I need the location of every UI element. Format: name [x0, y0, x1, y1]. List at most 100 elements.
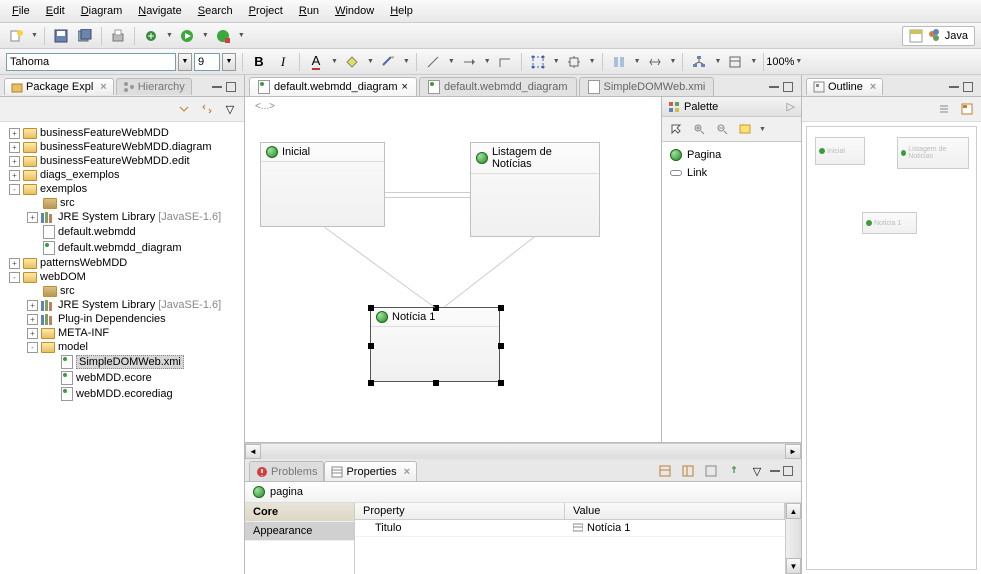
align-button[interactable] [609, 52, 629, 72]
tree-node[interactable]: +patternsWebMDD [2, 256, 242, 270]
maximize-icon[interactable] [783, 82, 793, 92]
palette-item-pagina[interactable]: Pagina [666, 146, 797, 164]
save-button[interactable] [51, 26, 71, 46]
tree-node[interactable]: -model [2, 340, 242, 354]
pin-button[interactable] [724, 461, 744, 481]
editor-tab[interactable]: SimpleDOMWeb.xmi [579, 77, 715, 96]
line-color-button[interactable] [378, 52, 398, 72]
italic-button[interactable]: I [273, 52, 293, 72]
print-button[interactable] [108, 26, 128, 46]
close-icon[interactable]: × [100, 81, 106, 93]
menu-run[interactable]: Run [293, 3, 325, 19]
tree-node[interactable]: +Plug-in Dependencies [2, 312, 242, 326]
router-button[interactable] [495, 52, 515, 72]
tree-node[interactable]: +META-INF [2, 326, 242, 340]
close-icon[interactable]: × [870, 81, 876, 93]
menu-diagram[interactable]: Diagram [75, 3, 129, 19]
show-compartments-button[interactable] [725, 52, 745, 72]
tree-node[interactable]: +JRE System Library [JavaSE-1.6] [2, 210, 242, 224]
restore-defaults-button[interactable] [701, 461, 721, 481]
tree-node[interactable]: -exemplos [2, 182, 242, 196]
menu-window[interactable]: Window [329, 3, 380, 19]
bold-button[interactable]: B [249, 52, 269, 72]
minimize-icon[interactable] [949, 86, 959, 88]
property-row[interactable]: TituloNotícia 1 [355, 520, 785, 537]
palette-header[interactable]: Palette ▷ [662, 97, 801, 117]
tab-outline[interactable]: Outline× [806, 78, 883, 95]
tree-node[interactable]: webMDD.ecorediag [2, 386, 242, 402]
tree-node[interactable]: +diags_exemplos [2, 168, 242, 182]
arrange-button[interactable] [689, 52, 709, 72]
font-color-button[interactable]: A [306, 52, 326, 72]
note-tool[interactable] [735, 119, 755, 139]
maximize-icon[interactable] [963, 82, 973, 92]
tree-node[interactable]: +businessFeatureWebMDD.edit [2, 154, 242, 168]
diagram-canvas[interactable]: <...> InicialListagem de NotíciasNotícia… [245, 97, 661, 442]
arrow-style-button[interactable] [459, 52, 479, 72]
editor-tab[interactable]: default.webmdd_diagram [419, 77, 577, 96]
perspective-switcher[interactable]: Java [902, 26, 975, 46]
tab-properties[interactable]: Properties× [324, 461, 417, 481]
editor-tab[interactable]: default.webmdd_diagram× [249, 77, 417, 96]
maximize-icon[interactable] [783, 466, 793, 476]
tree-node[interactable]: +businessFeatureWebMDD.diagram [2, 140, 242, 154]
show-advanced-button[interactable] [678, 461, 698, 481]
horizontal-scrollbar[interactable]: ◄► [245, 443, 801, 459]
view-menu-button[interactable]: ▽ [747, 461, 767, 481]
menu-search[interactable]: Search [192, 3, 239, 19]
tree-node[interactable]: webMDD.ecore [2, 370, 242, 386]
diagram-node-listagem[interactable]: Listagem de Notícias [470, 142, 600, 237]
menu-edit[interactable]: Edit [40, 3, 71, 19]
select-button[interactable] [528, 52, 548, 72]
run-button[interactable] [177, 26, 197, 46]
tree-node[interactable]: default.webmdd_diagram [2, 240, 242, 256]
autosize-button[interactable] [564, 52, 584, 72]
tree-node[interactable]: +businessFeatureWebMDD [2, 126, 242, 140]
font-name-input[interactable] [6, 53, 176, 71]
font-size-dropdown[interactable]: ▼ [222, 53, 236, 71]
minimize-icon[interactable] [212, 86, 222, 88]
minimize-icon[interactable] [769, 86, 779, 88]
menu-navigate[interactable]: Navigate [132, 3, 187, 19]
zoom-button[interactable]: 100% [770, 52, 790, 72]
tab-hierarchy[interactable]: Hierarchy [116, 78, 192, 95]
tree-node[interactable]: +JRE System Library [JavaSE-1.6] [2, 298, 242, 312]
diagram-node-noticia1[interactable]: Notícia 1 [370, 307, 500, 382]
zoom-in-tool[interactable] [689, 119, 709, 139]
tree-node[interactable]: src [2, 196, 242, 210]
tree-node[interactable]: src [2, 284, 242, 298]
diagram-node-inicial[interactable]: Inicial [260, 142, 385, 227]
minimize-icon[interactable] [770, 470, 780, 472]
tree-node[interactable]: -webDOM [2, 270, 242, 284]
fill-color-button[interactable] [342, 52, 362, 72]
package-explorer-tree[interactable]: +businessFeatureWebMDD+businessFeatureWe… [0, 122, 244, 574]
tree-node[interactable]: default.webmdd [2, 224, 242, 240]
ext-tools-button[interactable] [213, 26, 233, 46]
menu-file[interactable]: File [6, 3, 36, 19]
menu-project[interactable]: Project [243, 3, 289, 19]
properties-section-appearance[interactable]: Appearance [245, 522, 354, 541]
tab-package-explorer[interactable]: Package Expl× [4, 78, 114, 95]
save-all-button[interactable] [75, 26, 95, 46]
tab-problems[interactable]: Problems [249, 461, 324, 481]
outline-overview[interactable]: InicialListagem de NoticiasNoticia 1 [806, 126, 977, 570]
outline-tree-button[interactable] [934, 99, 954, 119]
properties-section-core[interactable]: Core [245, 503, 354, 522]
show-categories-button[interactable] [655, 461, 675, 481]
font-name-dropdown[interactable]: ▼ [178, 53, 192, 71]
outline-overview-button[interactable] [957, 99, 977, 119]
close-icon[interactable]: × [402, 81, 408, 93]
vertical-scrollbar[interactable]: ▲▼ [785, 503, 801, 574]
zoom-out-tool[interactable] [712, 119, 732, 139]
menu-help[interactable]: Help [384, 3, 419, 19]
collapse-all-button[interactable] [174, 99, 194, 119]
debug-button[interactable] [141, 26, 161, 46]
close-icon[interactable]: × [404, 466, 410, 478]
select-tool[interactable] [666, 119, 686, 139]
link-editor-button[interactable] [197, 99, 217, 119]
view-menu-button[interactable]: ▽ [220, 99, 240, 119]
palette-item-link[interactable]: Link [666, 164, 797, 182]
maximize-icon[interactable] [226, 82, 236, 92]
line-style-button[interactable] [423, 52, 443, 72]
tree-node[interactable]: SimpleDOMWeb.xmi [2, 354, 242, 370]
